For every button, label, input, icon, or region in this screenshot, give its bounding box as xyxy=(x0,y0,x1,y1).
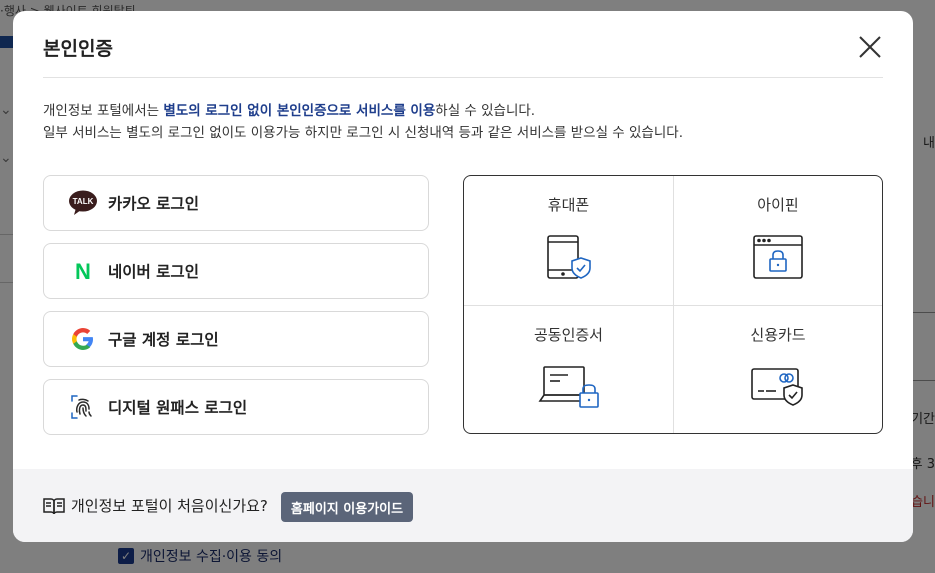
naver-login-button[interactable]: N 네이버 로그인 xyxy=(43,243,429,299)
kakao-login-label: 카카오 로그인 xyxy=(108,195,199,213)
kakao-login-button[interactable]: TALK 카카오 로그인 xyxy=(43,175,429,231)
browser-lock-icon xyxy=(753,235,803,279)
laptop-lock-icon xyxy=(538,365,599,408)
naver-login-label: 네이버 로그인 xyxy=(108,263,199,281)
first-visit-question: 개인정보 포털이 처음이신가요? xyxy=(71,497,268,515)
desc-highlight: 별도의 로그인 없이 본인인증으로 서비스를 이용 xyxy=(163,103,436,119)
header-divider xyxy=(43,77,883,78)
desc-prefix: 개인정보 포털에서는 xyxy=(43,103,164,119)
digital-onepass-login-button[interactable]: 디지털 원패스 로그인 xyxy=(43,379,429,435)
mobile-shield-icon xyxy=(546,235,591,279)
open-book-icon xyxy=(43,498,65,515)
kakao-icon-text: TALK xyxy=(73,197,94,206)
card-shield-icon xyxy=(751,367,803,406)
kakao-talk-icon: TALK xyxy=(68,188,98,218)
joint-certificate-label: 공동인증서 xyxy=(533,325,603,344)
google-login-button[interactable]: 구글 계정 로그인 xyxy=(43,311,429,367)
digital-onepass-login-label: 디지털 원패스 로그인 xyxy=(108,399,248,417)
modal-description: 개인정보 포털에서는 별도의 로그인 없이 본인인증으로 서비스를 이용하실 수… xyxy=(43,100,883,144)
modal-title: 본인인증 xyxy=(43,38,113,60)
modal-footer: 개인정보 포털이 처음이신가요? 홈페이지 이용가이드 xyxy=(13,469,913,542)
close-button[interactable] xyxy=(856,33,884,61)
mobile-phone-auth-option[interactable]: 휴대폰 xyxy=(464,176,673,305)
google-login-label: 구글 계정 로그인 xyxy=(108,331,219,349)
naver-icon: N xyxy=(68,256,98,286)
naver-icon-text: N xyxy=(75,259,91,283)
desc-suffix: 하실 수 있습니다. xyxy=(435,103,536,119)
ipin-auth-label: 아이핀 xyxy=(757,196,799,214)
social-login-list: TALK 카카오 로그인 N 네이버 로그인 구글 계정 로그인 디지털 원패스… xyxy=(43,175,429,447)
identity-verification-modal: 본인인증 개인정보 포털에서는 별도의 로그인 없이 본인인증으로 서비스를 이… xyxy=(13,11,913,542)
mobile-auth-label: 휴대폰 xyxy=(547,196,590,214)
credit-card-auth-option[interactable]: 신용카드 xyxy=(673,304,882,433)
close-icon[interactable] xyxy=(856,33,884,61)
google-icon xyxy=(68,324,98,354)
joint-certificate-auth-option[interactable]: 공동인증서 xyxy=(464,304,673,434)
description-line-2: 일부 서비스는 별도의 로그인 없이도 이용가능 하지만 로그인 시 신청내역 … xyxy=(43,125,683,141)
ipin-auth-option[interactable]: 아이핀 xyxy=(673,176,882,305)
certificate-method-grid: 휴대폰 아이핀 공동인증서 신용카드 xyxy=(463,175,883,434)
fingerprint-icon xyxy=(68,392,98,422)
credit-card-label: 신용카드 xyxy=(750,325,806,344)
description-line-1: 개인정보 포털에서는 별도의 로그인 없이 본인인증으로 서비스를 이용하실 수… xyxy=(43,100,883,122)
homepage-guide-button[interactable]: 홈페이지 이용가이드 xyxy=(281,492,413,522)
